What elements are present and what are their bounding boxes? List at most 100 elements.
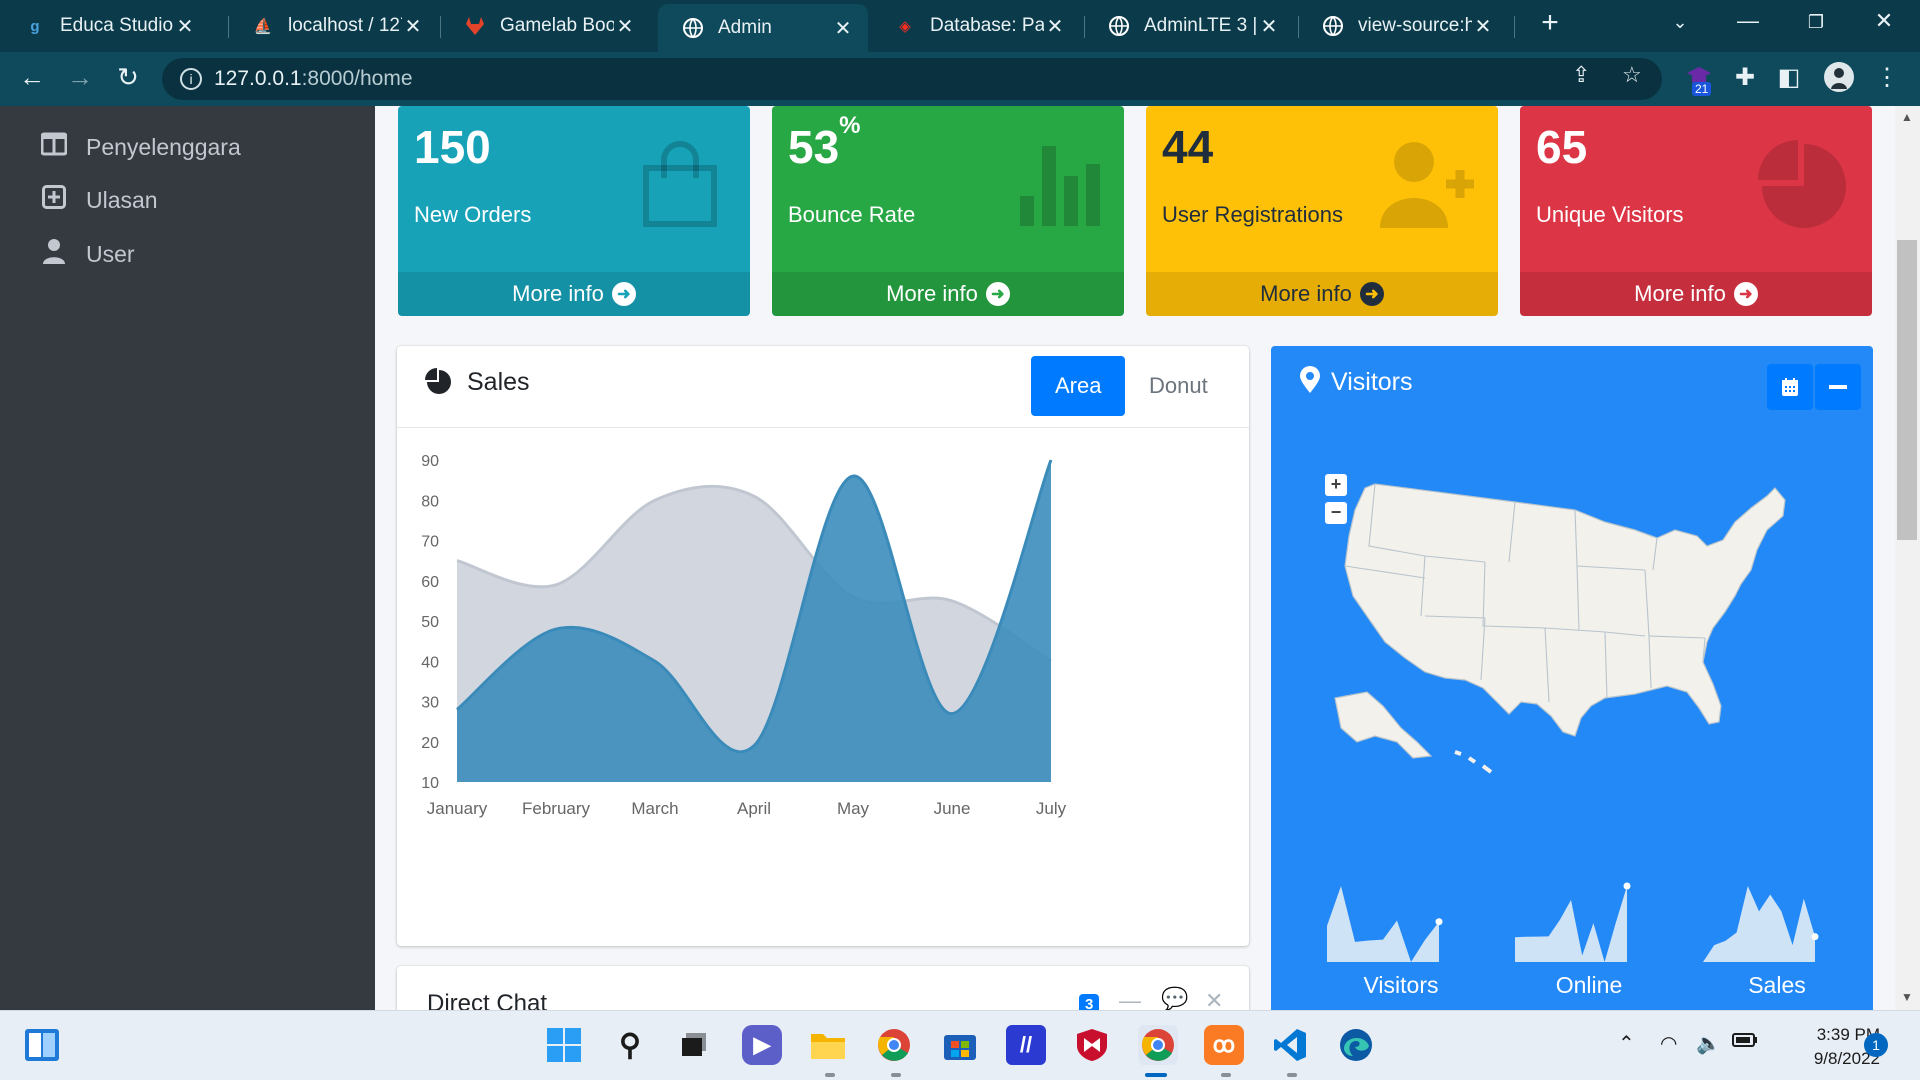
new-tab-button[interactable]: + <box>1530 6 1570 40</box>
y-tick-label: 60 <box>421 574 439 591</box>
usa-vector-map[interactable] <box>1305 466 1845 806</box>
browser-tab[interactable]: ⛵ localhost / 127 ✕ <box>228 6 438 46</box>
share-icon[interactable]: ⇪ <box>1572 62 1590 88</box>
sidebar-item-label: User <box>86 241 135 267</box>
scrollbar-thumb[interactable] <box>1897 240 1917 540</box>
sparkline-visitors <box>1327 886 1439 962</box>
scroll-up-arrow-icon[interactable]: ▲ <box>1901 110 1913 124</box>
browser-tab[interactable]: Gamelab Bootc ✕ <box>440 6 650 46</box>
remove-button[interactable]: ✕ <box>1205 988 1223 1010</box>
globe-icon <box>1322 15 1344 37</box>
browser-menu-icon[interactable]: ⋮ <box>1870 63 1904 92</box>
vscode-icon[interactable] <box>1270 1025 1310 1065</box>
system-clock[interactable]: 3:39 PM 9/8/2022 <box>1760 1023 1880 1071</box>
more-info-link[interactable]: More info ➜ <box>772 272 1124 316</box>
new-messages-badge: 3 <box>1079 994 1100 1010</box>
clock-date: 9/8/2022 <box>1813 1049 1880 1068</box>
battery-icon[interactable] <box>1732 1033 1758 1052</box>
browser-tab-active[interactable]: Admin ✕ <box>658 4 868 52</box>
box-number: 44 <box>1162 121 1214 173</box>
more-info-link[interactable]: More info ➜ <box>1146 272 1498 316</box>
tab-search-chevron-icon[interactable]: ⌄ <box>1660 12 1700 33</box>
close-tab-icon[interactable]: ✕ <box>1472 14 1494 39</box>
bookmark-star-icon[interactable]: ☆ <box>1622 62 1642 88</box>
y-tick-label: 10 <box>421 775 439 792</box>
xampp-icon[interactable]: ꝏ <box>1204 1025 1244 1065</box>
browser-tab[interactable]: AdminLTE 3 | D ✕ <box>1084 6 1294 46</box>
close-window-button[interactable]: ✕ <box>1864 8 1904 34</box>
browser-tab[interactable]: g Educa Studio M ✕ <box>0 6 210 46</box>
box-label: Bounce Rate <box>788 202 916 227</box>
laravel-icon: ◈ <box>899 18 911 35</box>
search-icon[interactable]: ⚲ <box>610 1025 650 1065</box>
comments-icon[interactable]: 💬 <box>1161 986 1188 1010</box>
close-tab-icon[interactable]: ✕ <box>174 14 196 39</box>
tab-donut[interactable]: Donut <box>1125 356 1232 416</box>
x-tick-label: July <box>1036 799 1067 818</box>
close-tab-icon[interactable]: ✕ <box>402 14 424 39</box>
volume-icon[interactable]: 🔈 <box>1696 1031 1721 1056</box>
tab-area[interactable]: Area <box>1031 356 1126 416</box>
globe-icon <box>1108 15 1130 37</box>
y-tick-label: 20 <box>421 735 439 752</box>
browser-tab[interactable]: view-source:ht ✕ <box>1298 6 1508 46</box>
forward-button[interactable]: → <box>62 62 98 93</box>
date-range-button[interactable] <box>1767 364 1813 410</box>
collapse-button[interactable] <box>1815 364 1861 410</box>
close-tab-icon[interactable]: ✕ <box>614 14 636 39</box>
minimize-button[interactable]: — <box>1728 8 1768 34</box>
y-tick-label: 80 <box>421 493 439 510</box>
scroll-down-arrow-icon[interactable]: ▼ <box>1901 990 1913 1004</box>
browser-tab[interactable]: ◈ Database: Pagi ✕ <box>870 6 1080 46</box>
tab-title: Admin <box>718 17 772 38</box>
sidebar-item-penyelenggara[interactable]: Penyelenggara <box>40 132 241 163</box>
reload-button[interactable]: ↻ <box>110 62 146 93</box>
site-info-icon[interactable]: i <box>180 68 202 90</box>
side-panel-icon[interactable]: ◧ <box>1772 63 1806 92</box>
profile-avatar[interactable] <box>1822 61 1856 100</box>
small-box-unique-visitors: 65 Unique Visitors More info ➜ <box>1520 106 1872 316</box>
user-icon <box>40 238 68 271</box>
notification-badge[interactable]: 1 <box>1864 1033 1888 1057</box>
widgets-icon[interactable] <box>22 1025 62 1065</box>
box-label: Unique Visitors <box>1536 202 1684 227</box>
microsoft-store-icon[interactable] <box>940 1025 980 1065</box>
sparkline-label-visitors: Visitors <box>1363 972 1439 998</box>
close-tab-icon[interactable]: ✕ <box>832 16 854 41</box>
wifi-icon[interactable]: ◠ <box>1660 1031 1677 1056</box>
sidebar-item-user[interactable]: User <box>40 238 135 271</box>
restore-button[interactable]: ❐ <box>1796 12 1836 33</box>
chrome-icon[interactable] <box>874 1025 914 1065</box>
more-info-label: More info <box>512 281 604 306</box>
small-box-bounce-rate: 53% Bounce Rate More info ➜ <box>772 106 1124 316</box>
back-button[interactable]: ← <box>14 62 50 93</box>
box-label: New Orders <box>414 202 532 227</box>
columns-icon <box>40 132 68 163</box>
main-content: 150 New Orders More info ➜ 53% Bounce Ra… <box>375 106 1895 1010</box>
extensions-puzzle-icon[interactable]: ✚ <box>1728 63 1762 92</box>
windows-start-icon[interactable] <box>544 1025 584 1065</box>
pie-chart-icon <box>425 368 453 401</box>
box-number-suffix: % <box>839 111 861 139</box>
edge-icon[interactable] <box>1336 1025 1376 1065</box>
close-tab-icon[interactable]: ✕ <box>1044 14 1066 39</box>
file-explorer-icon[interactable] <box>808 1025 848 1065</box>
sidebar-item-label: Ulasan <box>86 187 158 213</box>
x-tick-label: April <box>737 799 771 818</box>
show-hidden-icons-chevron[interactable]: ⌃ <box>1618 1031 1635 1056</box>
small-box-new-orders: 150 New Orders More info ➜ <box>398 106 750 316</box>
more-info-link[interactable]: More info ➜ <box>1520 272 1872 316</box>
mcafee-icon[interactable] <box>1072 1025 1112 1065</box>
task-view-icon[interactable] <box>674 1025 714 1065</box>
close-tab-icon[interactable]: ✕ <box>1258 14 1280 39</box>
sidebar-item-ulasan[interactable]: Ulasan <box>40 185 158 216</box>
collapse-button[interactable]: — <box>1119 988 1141 1010</box>
editor-app-icon[interactable]: // <box>1006 1025 1046 1065</box>
extension-badge: 21 <box>1692 82 1712 96</box>
arrow-circle-right-icon: ➜ <box>1733 282 1758 306</box>
more-info-link[interactable]: More info ➜ <box>398 272 750 316</box>
box-number: 150 <box>414 121 491 173</box>
teams-chat-icon[interactable]: ▶ <box>742 1025 782 1065</box>
chrome-profile-icon[interactable] <box>1138 1025 1178 1065</box>
address-bar[interactable]: i 127.0.0.1:8000/home ⇪ ☆ <box>162 58 1662 100</box>
